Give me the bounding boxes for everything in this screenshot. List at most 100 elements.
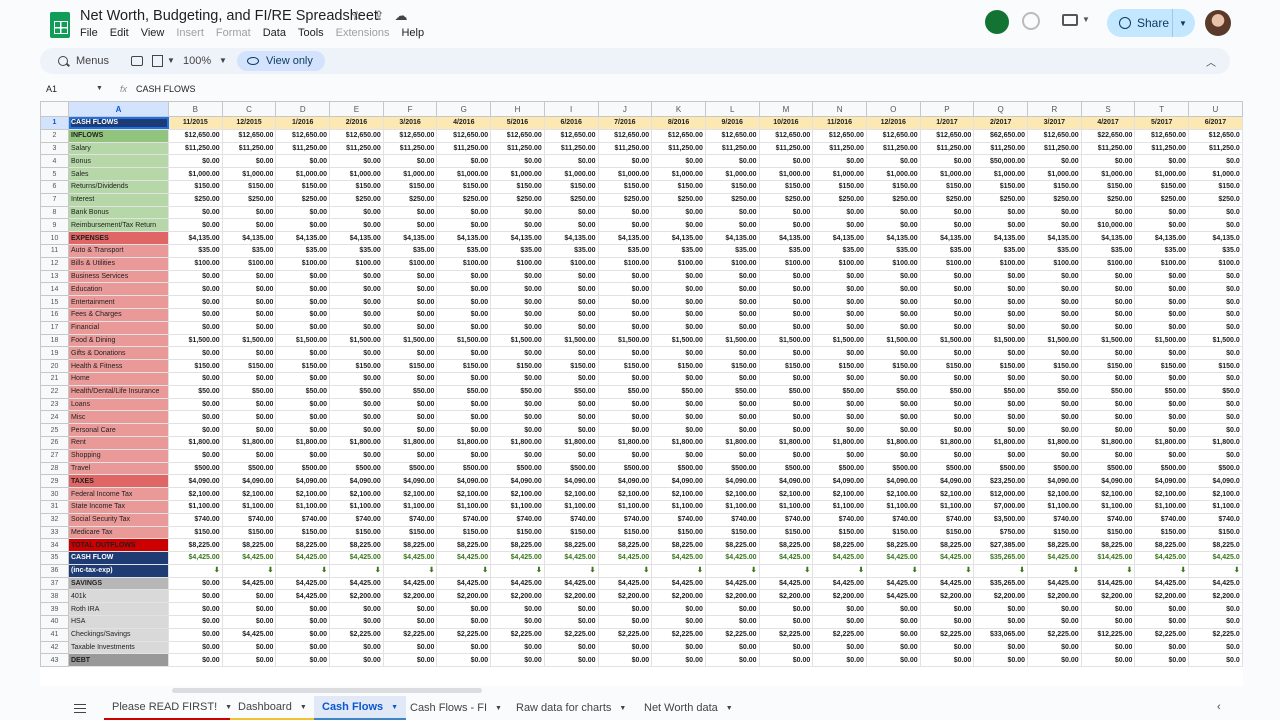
value-cell[interactable]: $0.00 (1080, 371, 1136, 386)
value-cell[interactable]: $0.00 (919, 218, 975, 233)
value-cell[interactable]: $0.00 (651, 205, 706, 220)
value-cell[interactable]: $0.00 (651, 218, 706, 233)
value-cell[interactable]: $0.00 (329, 205, 384, 220)
value-cell[interactable]: $0.00 (275, 615, 331, 629)
cell-header-label[interactable]: CASH FLOWS (68, 116, 169, 130)
value-cell[interactable]: $0.00 (275, 640, 331, 655)
value-cell[interactable]: $4,425.00 (651, 576, 706, 591)
value-cell[interactable]: $0.00 (865, 295, 921, 309)
value-cell[interactable]: $4,425.00 (704, 576, 760, 591)
value-cell[interactable]: $1,000.00 (275, 167, 331, 181)
row-label-cell[interactable]: Gifts & Donations (68, 346, 169, 361)
value-cell[interactable]: $2,225.00 (436, 627, 492, 642)
value-cell[interactable]: $4,135.00 (543, 231, 599, 245)
row-label-cell[interactable]: Roth IRA (68, 602, 169, 617)
value-cell[interactable]: $500.00 (490, 461, 545, 476)
value-cell[interactable]: $250.00 (812, 192, 867, 207)
value-cell[interactable]: $0.00 (651, 307, 706, 322)
value-cell[interactable]: $0.0 (1188, 307, 1243, 322)
value-cell[interactable]: $0.00 (543, 410, 599, 425)
value-cell[interactable]: $1,800.00 (597, 435, 653, 450)
value-cell[interactable]: $0.00 (543, 320, 599, 335)
value-cell[interactable]: $1,800.00 (543, 435, 599, 450)
value-cell[interactable]: $2,200.00 (1080, 589, 1136, 604)
value-cell[interactable]: $35.00 (758, 243, 814, 258)
value-cell[interactable]: $500.00 (221, 461, 277, 476)
value-cell[interactable]: $0.0 (1188, 602, 1243, 617)
value-cell[interactable]: $100.00 (436, 256, 492, 271)
value-cell[interactable]: $1,500.00 (436, 333, 492, 348)
row-label-cell[interactable]: Rent (68, 435, 169, 450)
chevron-down-icon[interactable]: ▼ (167, 56, 175, 65)
value-cell[interactable]: $0.00 (812, 602, 867, 617)
row-label-cell[interactable]: State Income Tax (68, 499, 169, 514)
value-cell[interactable]: $0.00 (221, 615, 277, 629)
row-label-cell[interactable]: HSA (68, 615, 169, 629)
row-header[interactable]: 1 (40, 116, 69, 130)
value-cell[interactable]: $1,500.00 (758, 333, 814, 348)
value-cell[interactable]: $500.00 (1080, 461, 1136, 476)
value-cell[interactable]: $8,225.00 (436, 538, 492, 553)
value-cell[interactable]: $0.00 (329, 448, 384, 463)
value-cell[interactable]: $0.00 (168, 282, 223, 297)
month-header-cell[interactable]: 11/2016 (812, 116, 867, 130)
value-cell[interactable]: $1,000.0 (1188, 167, 1243, 181)
value-cell[interactable]: ⬇ (704, 563, 760, 578)
value-cell[interactable]: $1,500.00 (543, 333, 599, 348)
value-cell[interactable]: $0.00 (382, 320, 438, 335)
value-cell[interactable]: $0.00 (812, 448, 867, 463)
value-cell[interactable]: $0.00 (436, 410, 492, 425)
name-box-chevron-icon[interactable]: ▼ (96, 85, 103, 92)
row-header[interactable]: 9 (40, 218, 69, 233)
row-header[interactable]: 38 (40, 589, 69, 604)
value-cell[interactable]: $740.00 (704, 512, 760, 527)
row-label-cell[interactable]: Health & Fitness (68, 359, 169, 373)
value-cell[interactable]: $0.00 (812, 269, 867, 284)
value-cell[interactable]: $0.00 (973, 371, 1028, 386)
value-cell[interactable]: $0.00 (168, 346, 223, 361)
value-cell[interactable]: $4,090.00 (812, 474, 867, 489)
value-cell[interactable]: $2,100.00 (382, 487, 438, 501)
value-cell[interactable]: $4,135.00 (329, 231, 384, 245)
value-cell[interactable]: $100.00 (651, 256, 706, 271)
value-cell[interactable]: $740.00 (490, 512, 545, 527)
value-cell[interactable]: $740.00 (758, 512, 814, 527)
value-cell[interactable]: $4,090.00 (221, 474, 277, 489)
value-cell[interactable]: $1,800.00 (382, 435, 438, 450)
row-label-cell[interactable]: Loans (68, 397, 169, 412)
month-header-cell[interactable]: 5/2016 (490, 116, 545, 130)
value-cell[interactable]: $0.00 (168, 295, 223, 309)
value-cell[interactable]: $8,225.00 (758, 538, 814, 553)
value-cell[interactable]: $4,135.00 (1134, 231, 1190, 245)
value-cell[interactable]: ⬇ (221, 563, 277, 578)
value-cell[interactable]: $740.00 (275, 512, 331, 527)
value-cell[interactable]: $0.00 (812, 346, 867, 361)
value-cell[interactable]: $0.0 (1188, 615, 1243, 629)
value-cell[interactable]: $0.00 (973, 346, 1028, 361)
month-header-cell[interactable]: 12/2016 (865, 116, 921, 130)
value-cell[interactable]: $0.00 (329, 410, 384, 425)
row-header[interactable]: 3 (40, 141, 69, 156)
value-cell[interactable]: $0.00 (168, 423, 223, 437)
value-cell[interactable]: $4,090.00 (436, 474, 492, 489)
value-cell[interactable]: $0.0 (1188, 371, 1243, 386)
value-cell[interactable]: $0.00 (382, 397, 438, 412)
row-header[interactable]: 35 (40, 551, 69, 565)
value-cell[interactable]: $0.00 (704, 615, 760, 629)
value-cell[interactable]: $0.00 (168, 154, 223, 169)
row-header[interactable]: 4 (40, 154, 69, 169)
menu-file[interactable]: File (80, 27, 98, 41)
value-cell[interactable]: $4,425.00 (382, 576, 438, 591)
value-cell[interactable]: $2,200.00 (329, 589, 384, 604)
value-cell[interactable]: $4,090.00 (1027, 474, 1082, 489)
value-cell[interactable]: $8,225.00 (329, 538, 384, 553)
value-cell[interactable]: $0.00 (382, 346, 438, 361)
menu-tools[interactable]: Tools (298, 27, 324, 41)
value-cell[interactable]: $500.00 (704, 461, 760, 476)
value-cell[interactable]: $150.00 (758, 525, 814, 540)
value-cell[interactable]: $0.00 (436, 282, 492, 297)
value-cell[interactable]: $2,225.00 (543, 627, 599, 642)
value-cell[interactable]: $740.00 (651, 512, 706, 527)
value-cell[interactable]: $2,100.00 (490, 487, 545, 501)
value-cell[interactable]: $11,250.00 (382, 141, 438, 156)
